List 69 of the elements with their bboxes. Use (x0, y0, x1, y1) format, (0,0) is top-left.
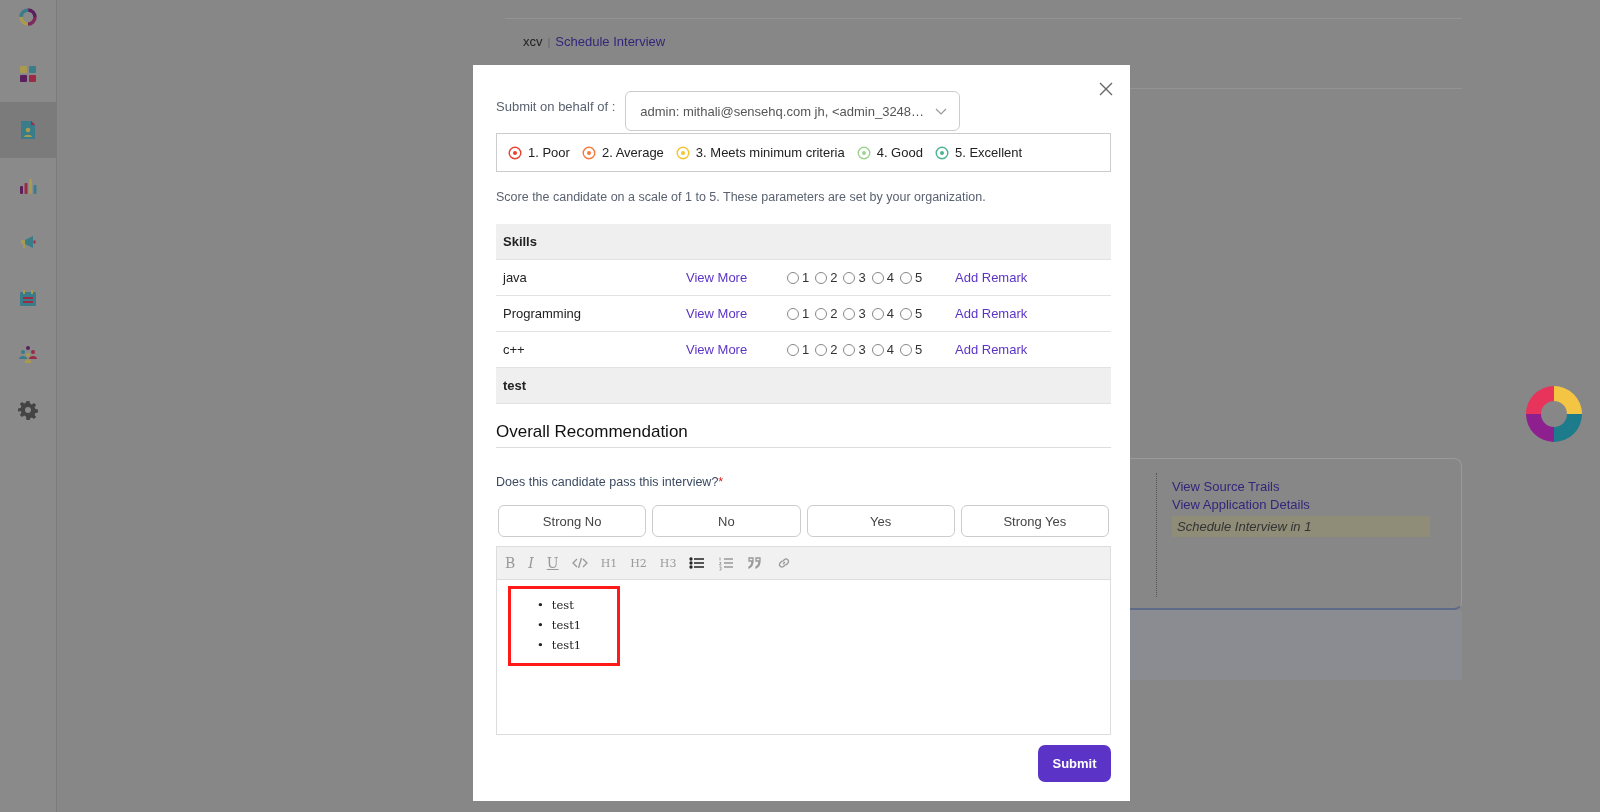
scale-label: 5. Excellent (954, 145, 1023, 160)
bar-chart-icon (19, 177, 37, 195)
add-remark-link[interactable]: Add Remark (955, 270, 1028, 285)
score-radio[interactable]: 1 (787, 270, 810, 285)
bullet-marker: • (537, 597, 544, 614)
view-more-link[interactable]: View More (686, 342, 787, 357)
score-radio[interactable]: 3 (843, 270, 866, 285)
numbered-list-icon[interactable] (718, 555, 735, 571)
view-more-link[interactable]: View More (686, 306, 787, 321)
choice-button[interactable]: Strong Yes (960, 505, 1109, 537)
score-radio[interactable]: 2 (815, 342, 838, 357)
breadcrumb-item: xcv (523, 34, 543, 49)
user-dropdown[interactable]: admin: mithali@sensehq.com jh, <admin_3248… (625, 91, 961, 131)
breadcrumb-link[interactable]: Schedule Interview (555, 34, 666, 49)
list-item: test1 (551, 637, 582, 654)
person-document-icon (20, 120, 36, 140)
quote-icon[interactable] (747, 555, 764, 571)
scale-label: 3. Meets minimum criteria (695, 145, 845, 160)
skill-name: java (503, 270, 528, 285)
breadcrumb-separator: | (547, 36, 551, 48)
chevron-down-icon (935, 107, 948, 115)
section-title: test (503, 378, 527, 393)
section-heading: Overall Recommendation (496, 422, 1111, 448)
list-item: test1 (551, 617, 582, 634)
score-radio[interactable]: 2 (815, 306, 838, 321)
score-radio[interactable]: 5 (899, 270, 923, 285)
score-radio[interactable]: 4 (871, 342, 894, 357)
add-remark-link[interactable]: Add Remark (955, 306, 1028, 321)
choice-button[interactable]: Yes (806, 505, 955, 537)
score-radio[interactable]: 3 (843, 342, 866, 357)
ring-logo-button[interactable] (1525, 385, 1583, 443)
score-radio[interactable]: 1 (787, 342, 810, 357)
close-icon[interactable] (1099, 82, 1113, 96)
scale-label: 2. Average (601, 145, 664, 160)
page-link[interactable]: View Source Trails (1172, 479, 1430, 494)
section-title: Skills (503, 234, 537, 249)
choice-button[interactable]: No (652, 505, 801, 537)
skill-name: c++ (503, 342, 526, 357)
scale-label: 4. Good (876, 145, 923, 160)
bullet-list-icon[interactable] (689, 555, 706, 571)
list-item: test (551, 597, 574, 614)
skill-name: Programming (503, 306, 583, 321)
description-text: Score the candidate on a scale of 1 to 5. These parameters are set by your organization. (496, 190, 987, 204)
view-more-link[interactable]: View More (686, 270, 787, 285)
score-radio[interactable]: 5 (899, 342, 923, 357)
choice-button[interactable]: Strong No (498, 505, 647, 537)
score-radio[interactable]: 4 (871, 270, 894, 285)
calendar-icon (19, 289, 37, 307)
score-radio[interactable]: 4 (871, 306, 894, 321)
text-editor[interactable]: B I U H1 H2 H3 • test • test1 • test1 (496, 546, 1111, 735)
score-radio[interactable]: 3 (843, 306, 866, 321)
settings-icon (18, 400, 38, 420)
score-radio[interactable]: 5 (899, 306, 923, 321)
field-label: Submit on behalf of : (496, 99, 616, 114)
code-icon[interactable] (571, 555, 588, 571)
people-icon (18, 345, 38, 363)
ring-logo-icon (18, 7, 38, 27)
megaphone-icon (20, 235, 36, 249)
add-remark-link[interactable]: Add Remark (955, 342, 1028, 357)
bullet-marker: • (537, 637, 544, 654)
bullet-marker: • (537, 617, 544, 634)
grid-icon (19, 65, 37, 83)
question-text: Does this candidate pass this interview?* (496, 475, 725, 489)
score-radio[interactable]: 1 (787, 306, 810, 321)
page-link[interactable]: View Application Details (1172, 497, 1430, 512)
score-radio[interactable]: 2 (815, 270, 838, 285)
submit-button[interactable]: Submit (1038, 745, 1111, 782)
scale-label: 1. Poor (528, 145, 570, 160)
status-note: Schedule Interview in 1 (1172, 516, 1430, 537)
